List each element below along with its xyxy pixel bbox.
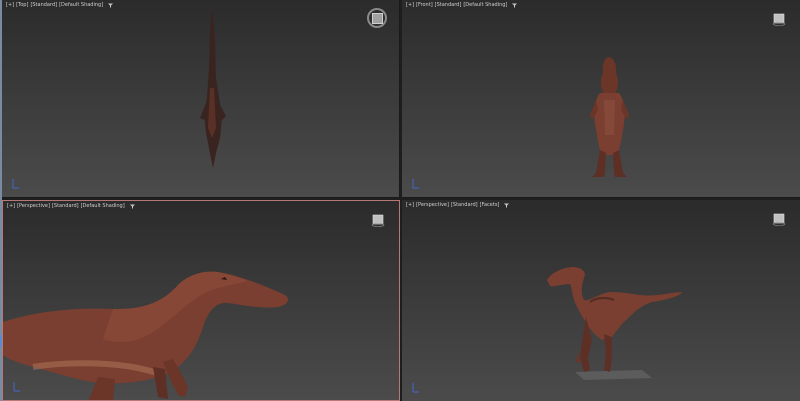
- dinosaur-model-perspective-closeup[interactable]: [3, 267, 293, 401]
- filter-icon[interactable]: [129, 204, 135, 209]
- viewport-shading[interactable]: [Default Shading]: [81, 203, 125, 209]
- viewport-label: [+] [Top] [Standard] [Default Shading]: [6, 2, 114, 8]
- axis-tripod-icon: [412, 383, 419, 393]
- viewport-layout: [+] [Top] [Standard] [Default Shading] […: [0, 0, 800, 401]
- viewport-menu-plus[interactable]: [+]: [406, 202, 414, 208]
- viewport-point-of-view[interactable]: [Front]: [416, 2, 433, 8]
- viewport-shading[interactable]: [Default Shading]: [59, 2, 103, 8]
- viewcube-icon[interactable]: [371, 213, 385, 227]
- viewcube-icon[interactable]: [772, 12, 786, 26]
- axis-tripod-icon: [412, 179, 419, 189]
- axis-tripod-icon: [13, 382, 20, 392]
- viewport-style[interactable]: [Standard]: [52, 203, 79, 209]
- dinosaur-model-perspective-full[interactable]: [542, 262, 687, 382]
- viewport-menu-plus[interactable]: [+]: [6, 2, 14, 8]
- viewport-style[interactable]: [Standard]: [30, 2, 57, 8]
- filter-icon[interactable]: [504, 203, 510, 208]
- viewport-label: [+] [Perspective] [Standard] [Default Sh…: [7, 203, 135, 209]
- viewport-perspective-facets[interactable]: [+] [Perspective] [Standard] [Facets]: [402, 200, 800, 401]
- viewport-label: [+] [Front] [Standard] [Default Shading]: [406, 2, 518, 8]
- viewcube-icon[interactable]: [772, 212, 786, 226]
- viewport-menu-plus[interactable]: [+]: [7, 203, 15, 209]
- viewport-style[interactable]: [Standard]: [435, 2, 462, 8]
- filter-icon[interactable]: [108, 3, 114, 8]
- axis-tripod-icon: [12, 179, 19, 189]
- viewport-shading[interactable]: [Default Shading]: [463, 2, 507, 8]
- viewport-perspective[interactable]: [+] [Perspective] [Standard] [Default Sh…: [2, 200, 400, 401]
- dinosaur-model-front-view[interactable]: [582, 55, 637, 180]
- viewport-point-of-view[interactable]: [Perspective]: [416, 202, 449, 208]
- viewport-front[interactable]: [+] [Front] [Standard] [Default Shading]: [402, 0, 800, 198]
- viewport-label: [+] [Perspective] [Standard] [Facets]: [406, 202, 510, 208]
- viewcube-icon[interactable]: [367, 8, 387, 28]
- viewport-top[interactable]: [+] [Top] [Standard] [Default Shading]: [2, 0, 400, 198]
- viewport-shading[interactable]: [Facets]: [480, 202, 500, 208]
- viewport-point-of-view[interactable]: [Perspective]: [17, 203, 50, 209]
- dinosaur-model-top-view[interactable]: [192, 8, 232, 170]
- viewport-menu-plus[interactable]: [+]: [406, 2, 414, 8]
- filter-icon[interactable]: [512, 3, 518, 8]
- viewport-style[interactable]: [Standard]: [451, 202, 478, 208]
- viewport-point-of-view[interactable]: [Top]: [16, 2, 28, 8]
